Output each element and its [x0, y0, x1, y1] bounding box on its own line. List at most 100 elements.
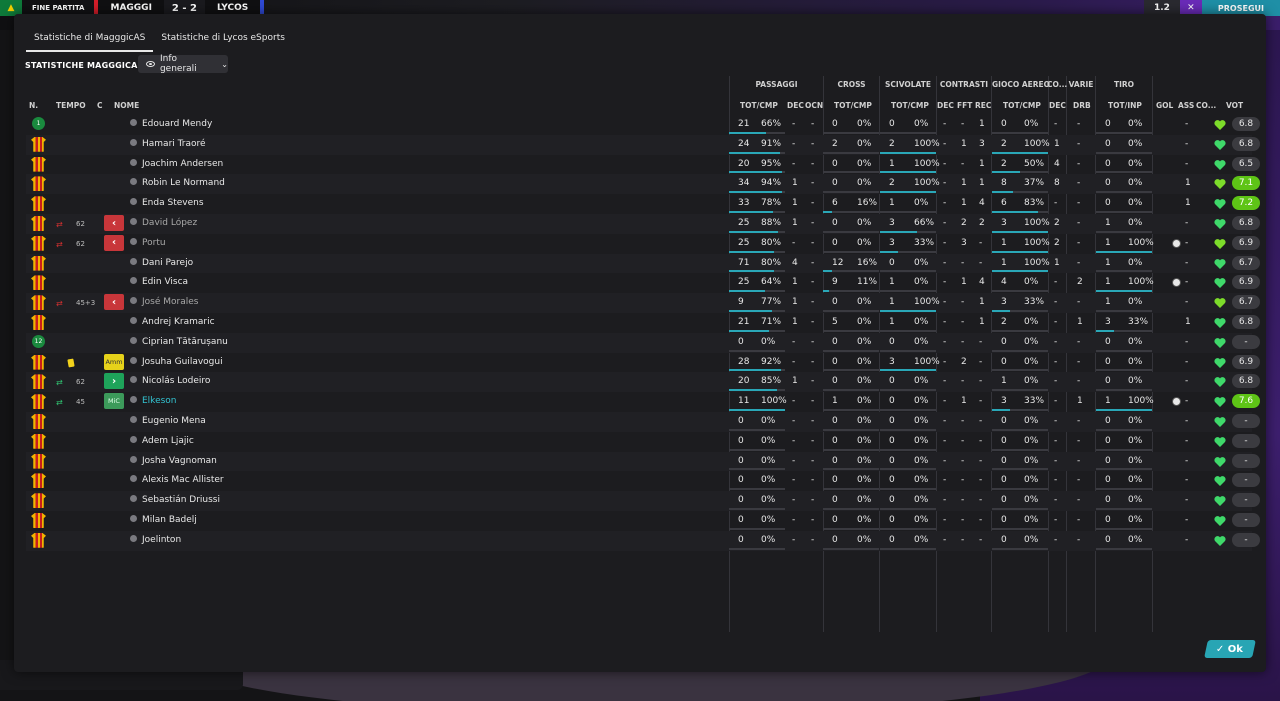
header-tempo[interactable]: TEMPO [56, 101, 86, 110]
player-name[interactable]: Dani Parejo [130, 257, 193, 268]
player-name[interactable]: Josha Vagnoman [130, 455, 217, 466]
player-name[interactable]: Enda Stevens [130, 198, 204, 208]
table-row[interactable]: Edin Visca 25 64% 1 - 9 11% 1 0% - 1 4 4 0% - 2 1 100% - 6.… [26, 273, 1260, 293]
header-con-dec[interactable]: DEC [937, 101, 954, 110]
tackles-total: 1 [889, 297, 895, 308]
player-name[interactable]: Milan Badelj [130, 515, 197, 525]
player-name[interactable]: Eugenio Mena [130, 416, 206, 426]
passes-pct: 0% [761, 416, 776, 426]
challenges-fouls: - [961, 376, 965, 387]
passes-total: 0 [738, 515, 744, 525]
table-row[interactable]: 12 Ciprian Tătărușanu 0 0% - - 0 0% 0 0% - - - 0 0% - - 0… [26, 332, 1260, 353]
header-gol[interactable]: GOL [1156, 101, 1173, 110]
player-name[interactable]: Joelinton [130, 534, 181, 545]
table-row[interactable]: Eugenio Mena 0 0% - - 0 0% 0 0% - - - 0 0% - - 0 0% - - [26, 412, 1260, 432]
header-pass-dec[interactable]: DEC [787, 101, 804, 110]
table-row[interactable]: Alexis Mac Allister 0 0% - - 0 0% 0 0% - - - 0 0% - - 0 0… [26, 471, 1260, 491]
player-name[interactable]: Andrej Kramaric [130, 317, 215, 327]
player-name[interactable]: Edouard Mendy [130, 119, 212, 129]
header-tiro-tot[interactable]: TOT/INP [1108, 101, 1142, 110]
player-name[interactable]: David López [130, 218, 197, 228]
player-name[interactable]: Adem Ljajic [130, 435, 194, 446]
player-name[interactable]: Josuha Guilavogui [130, 356, 223, 367]
tackles-bar-track [880, 329, 936, 332]
player-name[interactable]: Robin Le Normand [130, 178, 225, 188]
crosses-bar-track [823, 448, 879, 451]
table-row[interactable]: Milan Badelj 0 0% - - 0 0% 0 0% - - - 0 0% - - 0 0% - - [26, 511, 1260, 531]
header-aereo-tot[interactable]: TOT/CMP [1003, 101, 1041, 110]
challenges-fouls: 1 [961, 277, 967, 288]
header-con-rec[interactable]: REC [975, 101, 991, 110]
table-row[interactable]: Dani Parejo 71 80% 4 - 12 16% 0 0% - - - 1 100% 1 - 1 0% -… [26, 253, 1260, 274]
table-row[interactable]: Joelinton 0 0% - - 0 0% 0 0% - - - 0 0% - - 0 0% - - [26, 530, 1260, 551]
passes-chances: - [811, 435, 815, 446]
table-row[interactable]: Enda Stevens 33 78% 1-6 16% 1 0% -1 4 6 83% - -0 0% 1 7… [26, 194, 1260, 214]
table-row[interactable]: ⇄ 62 ‹ David López 25 88% 1-0 0% 3 66% -2 2 3 100% 2-1… [26, 214, 1260, 234]
header-nome[interactable]: NOME [114, 101, 139, 110]
header-sciv-tot[interactable]: TOT/CMP [891, 101, 929, 110]
passes-decisive: - [792, 495, 796, 506]
ok-button[interactable]: ✓ Ok [1204, 640, 1256, 658]
co-decisive: - [1054, 119, 1058, 129]
tackles-bar-track [880, 488, 936, 491]
player-rating: 6.9 [1232, 235, 1260, 250]
table-row[interactable]: Hamari Traoré 24 91% - -2 0% 2 100% -1 3 2 100% 1-0 0… [26, 134, 1260, 155]
table-row[interactable]: ⇄ 45 MiC Elkeson 11 100% - -1 0% 0 0% -1-3 33% -1 1 100… [26, 392, 1260, 412]
crosses-total: 6 [832, 198, 838, 209]
player-name[interactable]: Ciprian Tătărușanu [130, 336, 228, 347]
passes-total: 0 [738, 475, 744, 486]
player-name[interactable]: Nicolás Lodeiro [130, 376, 210, 386]
header-con-fft[interactable]: FFT [957, 101, 972, 110]
table-row[interactable]: Adem Ljajic 0 0% - - 0 0% 0 0% - - - 0 0% - - 0 0% - - [26, 432, 1260, 452]
assists: - [1185, 277, 1189, 288]
table-row[interactable]: Amm Josuha Guilavogui 28 92% - -0 0% 3 100% -2-0 0… [26, 353, 1260, 373]
aerial-bar-fill [992, 191, 1013, 194]
header-pass-ocn[interactable]: OCN [805, 101, 823, 110]
table-row[interactable]: ⇄ 62 ‹ Portu 25 80% - -0 0% 3 33% -3-1 100% 2-1 100% -6… [26, 234, 1260, 254]
table-row[interactable]: Andrej Kramaric 21 71% 1 - 5 0% 1 0% - - 1 2 0% - 1 3 33%… [26, 313, 1260, 333]
header-number[interactable]: N. [29, 101, 38, 110]
player-name-text: David López [142, 218, 198, 228]
header-co[interactable]: CO... [1196, 101, 1216, 110]
header-vot[interactable]: VOT [1226, 101, 1243, 110]
player-name[interactable]: Hamari Traoré [130, 138, 206, 149]
header-co-dec[interactable]: DEC [1049, 101, 1066, 110]
crosses-bar-track [823, 369, 879, 372]
player-name[interactable]: Edin Visca [130, 277, 188, 287]
crosses-total: 0 [832, 237, 838, 248]
challenges-decisive: - [943, 455, 947, 466]
passes-decisive: - [792, 435, 796, 446]
passes-pct: 64% [761, 277, 782, 288]
goalkeeper-number: 1 [32, 117, 45, 130]
header-ass[interactable]: ASS [1178, 101, 1194, 110]
tackles-bar-track [880, 527, 936, 530]
aerial-total: 1 [1001, 237, 1007, 248]
co-decisive: - [1054, 198, 1058, 209]
shots-pct: 0% [1128, 435, 1143, 446]
player-icon [130, 475, 137, 483]
stats-table: PASSAGGI CROSS SCIVOLATE CONTRASTI GIOCO… [14, 14, 1266, 672]
player-name[interactable]: Elkeson [130, 396, 177, 406]
header-cross-tot[interactable]: TOT/CMP [834, 101, 872, 110]
table-row[interactable]: Joachim Andersen 20 95% - -0 0% 1 100% - -1 2 50% 4-… [26, 155, 1260, 175]
player-name[interactable]: Joachim Andersen [130, 158, 223, 169]
player-name[interactable]: José Morales [130, 297, 198, 307]
table-row[interactable]: Robin Le Normand 34 94% 1-0 0% 2 100% -1 1 8 37% 8-… [26, 174, 1260, 195]
player-name[interactable]: Sebastián Driussi [130, 495, 220, 505]
table-row[interactable]: 1 Edouard Mendy 21 66% - -0 0% 0 0% - -1 0 0% - -0 0% -6… [26, 115, 1260, 135]
player-name[interactable]: Alexis Mac Allister [130, 475, 224, 485]
table-row[interactable]: Josha Vagnoman 0 0% - - 0 0% 0 0% - - - 0 0% - - 0 0% - - [26, 451, 1260, 472]
table-row[interactable]: ⇄ 45+3 ‹ José Morales 9 77% 1-0 0% 1 100% - -1 3 33% -… [26, 293, 1260, 313]
shots-bar-track [1096, 468, 1152, 471]
table-row[interactable]: Sebastián Driussi 0 0% - - 0 0% 0 0% - - - 0 0% - - 0 0% -… [26, 491, 1260, 511]
header-c[interactable]: C [97, 101, 103, 110]
player-icon [130, 376, 137, 384]
player-name[interactable]: Portu [130, 237, 166, 248]
team-shirt-icon [31, 453, 46, 469]
shots-total: 0 [1105, 455, 1111, 466]
challenges-recoveries: - [979, 376, 983, 387]
table-row[interactable]: ⇄ 62 › Nicolás Lodeiro 20 85% 1 - 0 0% 0 0% - - - 1 0% - -… [26, 372, 1260, 393]
team-shirt-icon [31, 433, 46, 449]
header-drb[interactable]: DRB [1073, 101, 1091, 110]
header-pass-tot[interactable]: TOT/CMP [740, 101, 778, 110]
